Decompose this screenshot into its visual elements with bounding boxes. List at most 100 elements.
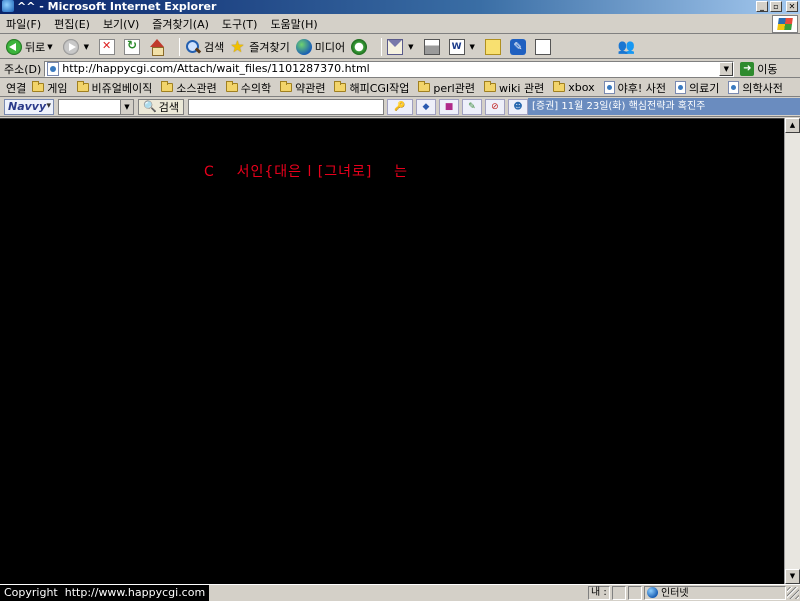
- link-item[interactable]: 의료기: [675, 80, 719, 96]
- link-label: 소스관련: [176, 81, 217, 95]
- link-item[interactable]: 해피CGI작업: [334, 80, 409, 96]
- minimize-button[interactable]: _: [756, 1, 768, 12]
- link-item[interactable]: xbox: [553, 81, 595, 94]
- calendar-button[interactable]: [534, 38, 554, 55]
- link-item[interactable]: wiki 관련: [483, 80, 544, 96]
- back-button[interactable]: 뒤로 ▼: [6, 38, 57, 55]
- print-button[interactable]: [423, 38, 443, 55]
- link-label: perl관련: [433, 81, 475, 95]
- history-button[interactable]: [351, 38, 370, 55]
- page-icon: [47, 61, 60, 76]
- home-button[interactable]: [149, 38, 168, 56]
- edit-button[interactable]: W ▼: [448, 38, 479, 55]
- key-button[interactable]: 🔑: [386, 98, 413, 115]
- link-label: 수의학: [240, 81, 272, 95]
- mail-button[interactable]: ▼: [387, 38, 417, 55]
- window-controls: _ ▫ ✕: [756, 1, 798, 12]
- navvy-tool-button[interactable]: ◆: [415, 98, 436, 115]
- home-icon: [149, 38, 165, 56]
- contacts-button[interactable]: 👥: [618, 39, 637, 55]
- vertical-scrollbar[interactable]: ▲ ▼: [784, 118, 800, 584]
- restore-button[interactable]: ▫: [770, 1, 782, 12]
- forward-arrow-icon: [62, 38, 79, 55]
- messenger-button[interactable]: ✎: [509, 38, 529, 55]
- history-icon: [351, 38, 368, 55]
- media-button[interactable]: 미디어: [295, 38, 345, 55]
- links-bar: 연결 게임 비쥬얼베이직 소스관련 수의학 약관련 해피CGI작업 perl관련…: [0, 79, 800, 97]
- link-item[interactable]: 의학사전: [728, 80, 783, 96]
- search-icon: [185, 39, 201, 55]
- calendar-icon: [534, 38, 551, 55]
- address-dropdown-icon[interactable]: ▼: [719, 61, 734, 76]
- navvy-select[interactable]: [58, 98, 134, 115]
- mail-dropdown-icon[interactable]: ▼: [408, 43, 413, 51]
- window-title: ^^ - Microsoft Internet Explorer: [17, 0, 217, 13]
- menu-view[interactable]: 보기(V): [103, 16, 139, 32]
- address-bar: 주소(D) ▼ ➜ 이동: [0, 60, 800, 78]
- scroll-down-button[interactable]: ▼: [785, 569, 800, 584]
- menu-edit[interactable]: 편집(E): [54, 16, 90, 32]
- navvy-search-input[interactable]: [187, 98, 384, 115]
- navvy-search-button[interactable]: 🔍 검색: [138, 98, 184, 115]
- navvy-tool-button[interactable]: ☻: [507, 98, 528, 115]
- menu-file[interactable]: 파일(F): [6, 16, 41, 32]
- go-label: 이동: [757, 62, 778, 76]
- ie-icon: [2, 0, 14, 12]
- address-field[interactable]: ▼: [44, 60, 735, 77]
- menu-help[interactable]: 도움말(H): [270, 16, 317, 32]
- link-item[interactable]: 비쥬얼베이직: [76, 80, 153, 96]
- title-bar: ^^ - Microsoft Internet Explorer _ ▫ ✕: [0, 0, 800, 14]
- folder-icon: [418, 81, 431, 92]
- folder-icon: [553, 81, 566, 92]
- mail-icon: [387, 38, 404, 55]
- status-bar: Copyright http://www.happycgi.com 내 : 인터…: [0, 584, 800, 601]
- navvy-logo[interactable]: Navvy: [4, 98, 54, 115]
- link-item[interactable]: perl관련: [418, 80, 475, 96]
- link-label: 비쥬얼베이직: [91, 81, 153, 95]
- link-item[interactable]: 수의학: [225, 80, 272, 96]
- link-label: 해피CGI작업: [349, 81, 410, 95]
- link-item[interactable]: 야후! 사전: [603, 80, 666, 96]
- edit-dropdown-icon[interactable]: ▼: [470, 43, 475, 51]
- page-icon: [728, 81, 740, 94]
- refresh-button[interactable]: [124, 38, 143, 55]
- bookmark-icon: ■: [444, 101, 454, 112]
- folder-icon: [280, 81, 293, 92]
- forward-dropdown-icon[interactable]: ▼: [84, 43, 89, 51]
- navvy-tool-button[interactable]: ✎: [461, 98, 482, 115]
- pencil-icon: ✎: [468, 101, 476, 112]
- scroll-up-button[interactable]: ▲: [785, 118, 800, 133]
- zone-label: 인터넷: [661, 588, 689, 599]
- forward-button[interactable]: ▼: [62, 38, 93, 55]
- stop-button[interactable]: [99, 38, 118, 55]
- go-button[interactable]: ➜ 이동: [740, 61, 778, 77]
- news-ticker[interactable]: [증권] 11월 23일(화) 핵심전략과 혹진주: [528, 98, 800, 115]
- folder-icon: [76, 81, 89, 92]
- menu-tools[interactable]: 도구(T): [222, 16, 258, 32]
- link-item[interactable]: 소스관련: [161, 80, 217, 96]
- navvy-tool-button[interactable]: ■: [438, 98, 459, 115]
- stop-sign-icon: ⊘: [491, 101, 499, 112]
- status-pane: [612, 586, 626, 600]
- link-label: 의료기: [689, 81, 720, 95]
- windows-logo-icon: [772, 15, 798, 33]
- menu-favorites[interactable]: 즐겨찾기(A): [152, 16, 209, 32]
- stop-icon: [99, 38, 116, 55]
- link-item[interactable]: 게임: [32, 80, 68, 96]
- folder-icon: [32, 81, 45, 92]
- favorites-button[interactable]: ★ 즐겨찾기: [230, 38, 289, 55]
- address-input[interactable]: [62, 62, 713, 75]
- media-icon: [295, 38, 312, 55]
- key-icon: 🔑: [394, 101, 406, 112]
- navvy-tool-button[interactable]: ⊘: [484, 98, 505, 115]
- note-button[interactable]: [484, 38, 504, 55]
- go-arrow-icon: ➜: [740, 61, 755, 76]
- status-text: Copyright http://www.happycgi.com: [0, 585, 210, 601]
- link-item[interactable]: 약관련: [280, 80, 325, 96]
- toolbar-separator: [179, 37, 181, 56]
- page-icon: [603, 81, 615, 94]
- back-dropdown-icon[interactable]: ▼: [47, 43, 52, 51]
- search-button[interactable]: 검색: [185, 39, 224, 55]
- close-button[interactable]: ✕: [786, 1, 798, 12]
- resize-grip[interactable]: [787, 587, 799, 599]
